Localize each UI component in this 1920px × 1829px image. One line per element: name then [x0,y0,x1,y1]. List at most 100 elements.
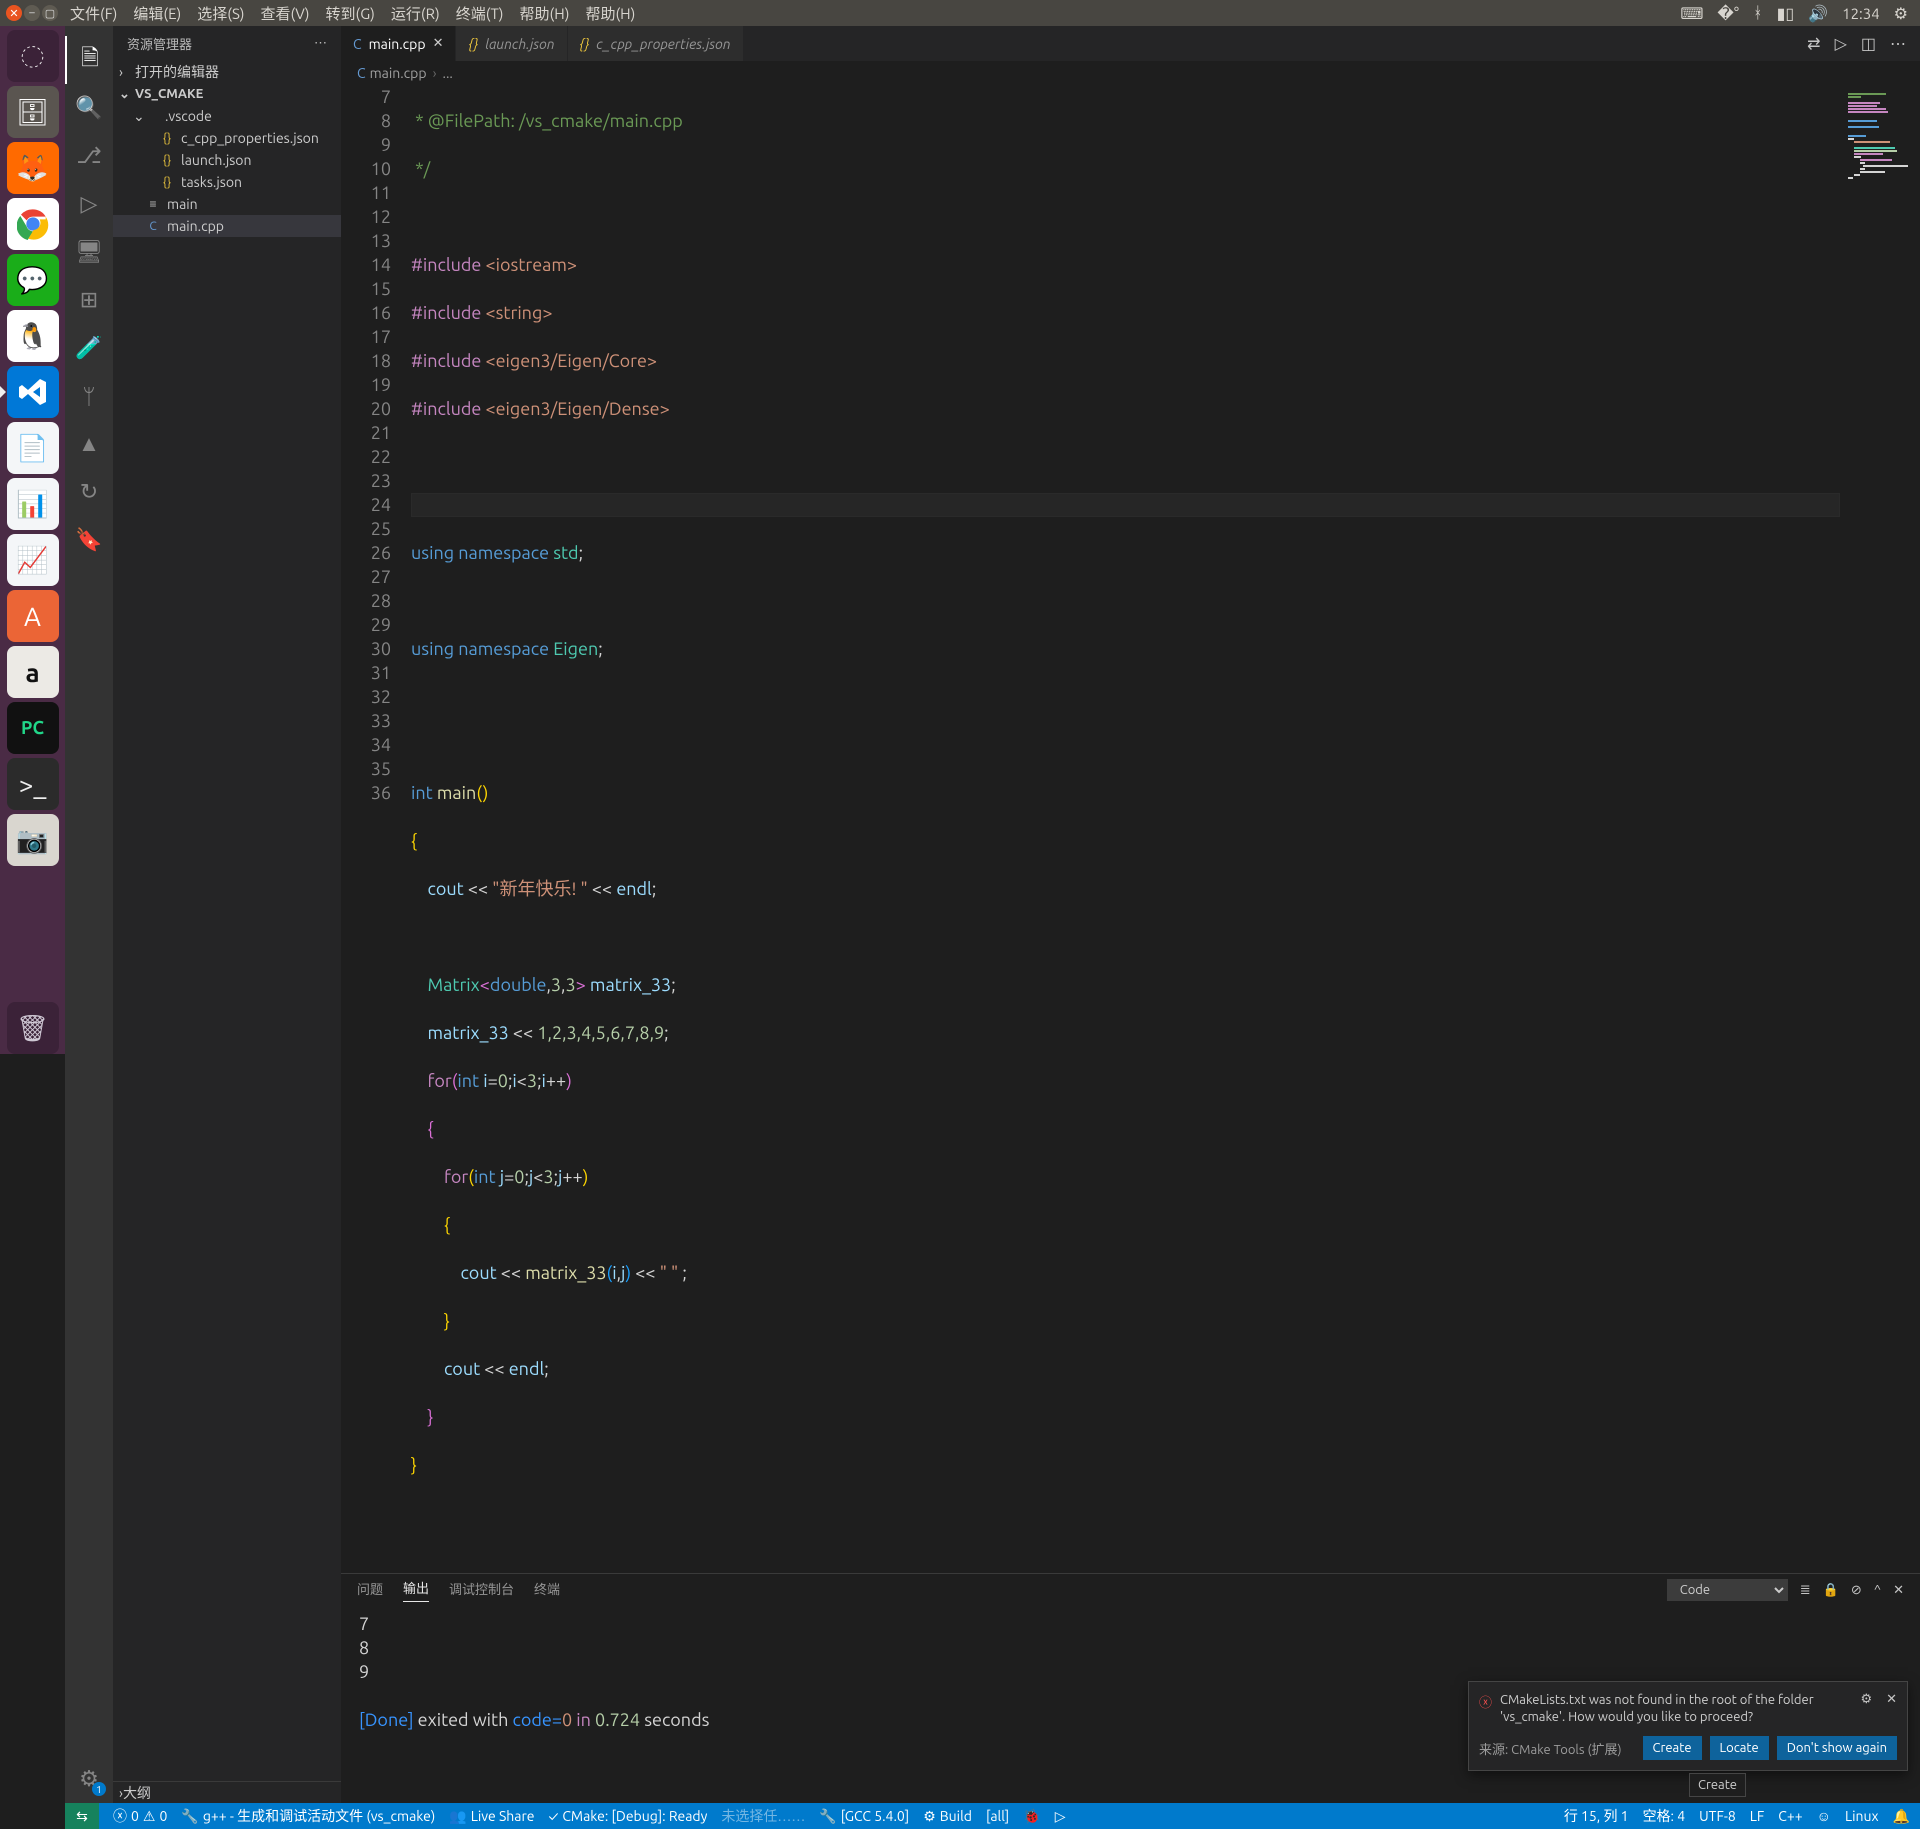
search-icon[interactable]: 🔍 [65,84,113,132]
qq-icon[interactable]: 🐧 [7,310,59,362]
folder-vscode[interactable]: ⌄.vscode [113,105,341,127]
status-feedback-icon[interactable]: ☺ [1817,1808,1831,1824]
more-icon[interactable]: ⋯ [314,36,327,51]
keyboard-icon[interactable]: ⌨ [1680,4,1703,23]
menu-select[interactable]: 选择(S) [197,3,244,24]
chevron-up-icon[interactable]: ^ [1874,1583,1881,1597]
dont-show-button[interactable]: Don't show again [1777,1736,1897,1760]
menu-help-2[interactable]: 帮助(H) [585,3,635,24]
run-debug-icon[interactable]: ▷ [65,180,113,228]
clear-icon[interactable]: ⊘ [1851,1583,1862,1598]
code-editor[interactable]: 7891011121314151617181920212223242526272… [341,85,1920,1573]
output-channel-select[interactable]: Code [1667,1579,1788,1601]
file-ccpp[interactable]: {}c_cpp_properties.json [113,127,341,149]
amazon-icon[interactable]: a [7,646,59,698]
panel-terminal[interactable]: 终端 [534,1579,560,1602]
minimize-icon[interactable]: – [24,5,40,21]
tab-main-cpp[interactable]: Cmain.cpp✕ [341,26,456,61]
project-section[interactable]: ⌄VS_CMAKE [113,83,341,105]
status-run-icon[interactable]: ▷ [1055,1808,1066,1825]
breadcrumb[interactable]: C main.cpp›... [341,61,1920,85]
wifi-icon[interactable]: �° [1717,4,1739,23]
panel-debug[interactable]: 调试控制台 [449,1579,514,1602]
writer-icon[interactable]: 📄 [7,422,59,474]
menu-view[interactable]: 查看(V) [261,3,310,24]
status-cursor[interactable]: 行 15, 列 1 [1564,1806,1629,1826]
status-encoding[interactable]: UTF-8 [1699,1808,1736,1824]
create-button[interactable]: Create [1643,1736,1702,1760]
panel-output[interactable]: 输出 [403,1578,429,1602]
status-build-task[interactable]: 🔧 g++ - 生成和调试活动文件 (vs_cmake) [181,1806,435,1826]
sync-icon[interactable]: ↻ [65,468,113,516]
list-icon[interactable]: ≣ [1800,1583,1811,1598]
status-kit[interactable]: 🔧 [GCC 5.4.0] [819,1808,909,1825]
wechat-icon[interactable]: 💬 [7,254,59,306]
code-body[interactable]: * @FilePath: /vs_cmake/main.cpp */ #incl… [411,85,1840,1573]
outline-section[interactable]: ›大纲 [113,1781,341,1803]
menu-help[interactable]: 帮助(H) [520,3,570,24]
cmake-icon[interactable]: ▲ [65,420,113,468]
source-control-icon[interactable]: ⎇ [65,132,113,180]
more-icon[interactable]: ⋯ [1890,34,1906,53]
calc-icon[interactable]: 📊 [7,478,59,530]
menu-run[interactable]: 运行(R) [391,3,440,24]
locate-button[interactable]: Locate [1710,1736,1769,1760]
screenshot-icon[interactable]: 📷 [7,814,59,866]
explorer-icon[interactable]: 🗎 [65,36,113,84]
status-build[interactable]: ⚙ Build [923,1808,972,1825]
bookmark-icon[interactable]: 🔖 [65,516,113,564]
chrome-icon[interactable] [7,198,59,250]
status-eol[interactable]: LF [1750,1808,1765,1824]
status-spaces[interactable]: 空格: 4 [1643,1806,1686,1826]
gear-icon[interactable]: ⚙ [1894,4,1908,23]
trash-icon[interactable]: 🗑 [7,1002,59,1054]
test-icon[interactable]: 🧪 [65,324,113,372]
menu-terminal[interactable]: 终端(T) [456,3,504,24]
firefox-icon[interactable]: 🦊 [7,142,59,194]
gear-icon[interactable]: ⚙ [1860,1692,1872,1726]
compare-icon[interactable]: ⇄ [1807,34,1820,53]
files-icon[interactable]: 🗄 [7,86,59,138]
clock[interactable]: 12:34 [1842,5,1880,22]
vscode-icon[interactable] [7,366,59,418]
maximize-icon[interactable]: ▢ [42,5,58,21]
pycharm-icon[interactable]: PC [7,702,59,754]
close-panel-icon[interactable]: ✕ [1893,1583,1904,1598]
tab-launch[interactable]: {}launch.json [456,26,567,61]
status-noactive[interactable]: 未选择任…… [721,1806,805,1826]
menu-go[interactable]: 转到(G) [326,3,375,24]
terminal-icon[interactable]: >_ [7,758,59,810]
status-debug-icon[interactable]: 🐞 [1023,1808,1040,1825]
lock-icon[interactable]: 🔒 [1823,1583,1839,1598]
panel-problems[interactable]: 问题 [357,1579,383,1602]
tab-ccpp[interactable]: {}c_cpp_properties.json [568,26,744,61]
extensions-icon[interactable]: ⊞ [65,276,113,324]
open-editors-section[interactable]: ›打开的编辑器 [113,61,341,83]
status-cmake[interactable]: ✓ CMake: [Debug]: Ready [549,1808,708,1824]
status-lang[interactable]: C++ [1778,1808,1802,1824]
software-center-icon[interactable]: A [7,590,59,642]
close-icon[interactable]: ✕ [6,5,22,21]
volume-icon[interactable]: 🔊 [1808,4,1828,23]
file-main-bin[interactable]: ≡main [113,193,341,215]
status-target[interactable]: [all] [986,1808,1009,1824]
split-icon[interactable]: ◫ [1861,34,1876,53]
run-icon[interactable]: ▷ [1835,34,1847,53]
dash-icon[interactable]: ◌ [7,30,59,82]
bluetooth-icon[interactable]: ᚼ [1753,4,1763,22]
status-os[interactable]: Linux [1845,1808,1879,1824]
remote-explorer-icon[interactable]: 🖥 [65,228,113,276]
status-problems[interactable]: ⓧ 0 ⚠ 0 [113,1806,167,1826]
menu-edit[interactable]: 编辑(E) [133,3,181,24]
status-bell-icon[interactable]: 🔔 [1893,1808,1910,1825]
file-tasks[interactable]: {}tasks.json [113,171,341,193]
settings-gear-icon[interactable]: ⚙ [65,1755,113,1803]
file-launch[interactable]: {}launch.json [113,149,341,171]
git-graph-icon[interactable]: ᛘ [65,372,113,420]
menu-file[interactable]: 文件(F) [70,3,117,24]
remote-indicator[interactable]: ⇆ [65,1803,99,1829]
close-tab-icon[interactable]: ✕ [433,36,444,51]
minimap[interactable] [1840,85,1920,1573]
battery-icon[interactable]: ▮▯ [1777,4,1795,23]
status-liveshare[interactable]: 👥 Live Share [449,1808,534,1825]
